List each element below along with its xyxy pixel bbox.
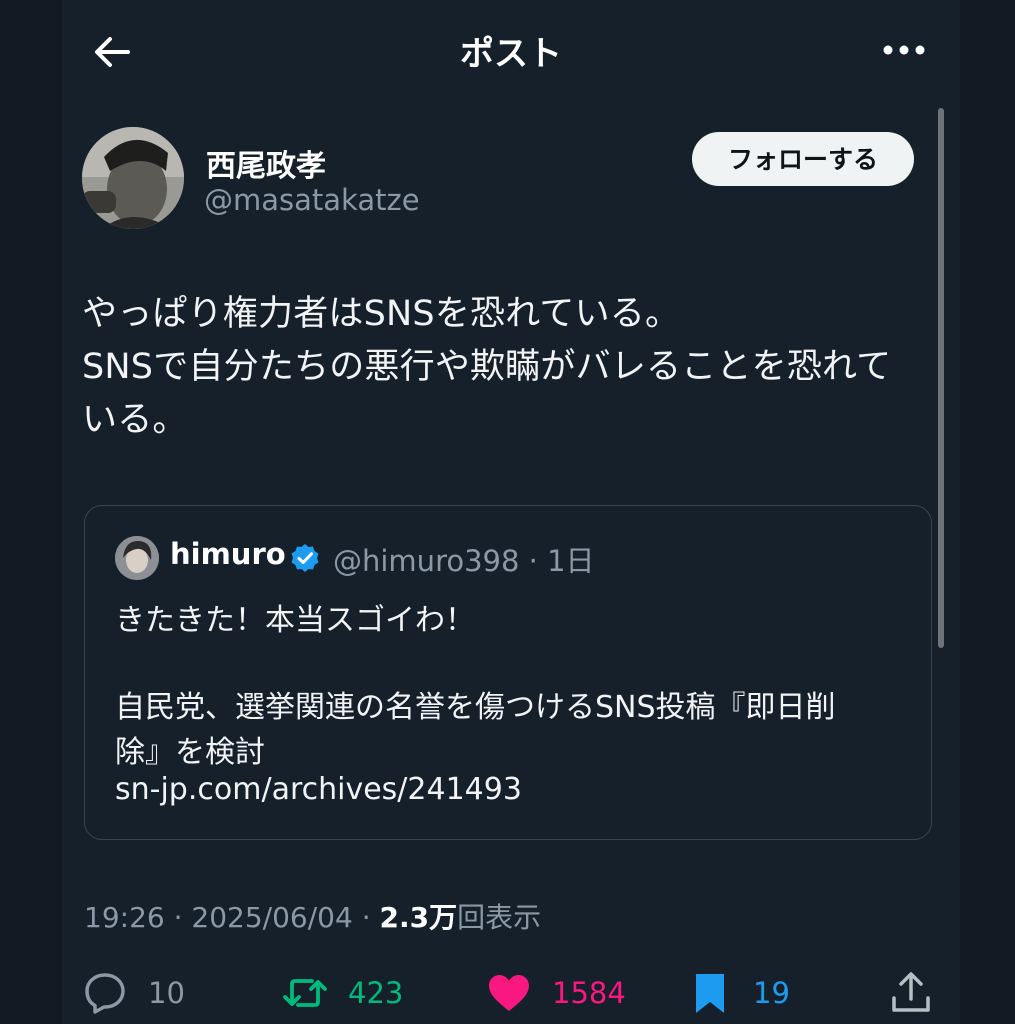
bookmark-icon [696, 974, 724, 1013]
repost-count: 423 [348, 976, 404, 1010]
quoted-link[interactable]: sn-jp.com/archives/241493 [115, 772, 522, 807]
page-title: ポスト [460, 34, 562, 74]
like-button[interactable]: 1584 [486, 965, 626, 1021]
post-text-line: やっぱり権力者はSNSを恐れている。 [82, 294, 681, 334]
follow-button[interactable]: フォローする [692, 132, 914, 186]
quoted-handle-time: @himuro398 · 1日 [333, 544, 595, 578]
top-bar: ポスト [62, 0, 960, 100]
quoted-text-line: きたきた！本当スゴイわ！ [115, 603, 475, 638]
reply-button[interactable]: 10 [82, 965, 185, 1021]
post-text-line: SNSで自分たちの悪行や欺瞞がバレることを恐れて [82, 347, 892, 387]
more-icon [883, 45, 925, 55]
avatar[interactable] [82, 127, 184, 229]
post-time[interactable]: 19:26 [84, 901, 165, 934]
post-date[interactable]: 2025/06/04 [191, 901, 352, 934]
reply-icon [85, 973, 125, 1014]
app-frame: ポスト 西尾政孝 @masatakatze フォローする やっぱり権力者はSNS… [0, 0, 1015, 1024]
quoted-post[interactable]: himuro @himuro398 · 1日 きたきた！本当スゴイわ！ 自民党、… [84, 505, 932, 840]
post-text: やっぱり権力者はSNSを恐れている。 SNSで自分たちの悪行や欺瞞がバレることを… [82, 288, 932, 447]
share-icon [892, 972, 930, 1012]
reply-count: 10 [148, 976, 185, 1010]
like-icon [489, 975, 529, 1011]
post-text-line: いる。 [82, 400, 188, 440]
bookmark-count: 19 [753, 976, 790, 1010]
verified-icon [291, 544, 319, 572]
quoted-text-line: 自民党、選挙関連の名誉を傷つけるSNS投稿『即日削 [115, 690, 836, 725]
bookmark-button[interactable]: 19 [687, 965, 790, 1021]
repost-button[interactable]: 423 [282, 965, 403, 1021]
post-meta: 19:26 · 2025/06/04 · 2.3万回表示 [84, 896, 541, 936]
quoted-avatar[interactable] [115, 536, 159, 580]
repost-icon [283, 979, 327, 1007]
quoted-name[interactable]: himuro [170, 537, 286, 571]
avatar-photo [82, 127, 184, 229]
author-handle[interactable]: @masatakatze [204, 183, 420, 217]
like-count: 1584 [552, 976, 626, 1010]
action-bar: 10 423 1584 19 [82, 965, 942, 1021]
meta-separator: · [173, 901, 183, 934]
meta-separator: · [361, 901, 371, 934]
quoted-avatar-photo [115, 536, 159, 580]
views-label: 回表示 [457, 901, 542, 934]
author-name[interactable]: 西尾政孝 [206, 141, 326, 185]
quoted-text-line: 除』を検討 [115, 735, 265, 770]
share-button[interactable] [888, 965, 934, 1021]
views-count[interactable]: 2.3万 [380, 901, 458, 934]
post-author: 西尾政孝 @masatakatze フォローする [82, 127, 922, 237]
scrollbar[interactable] [938, 108, 944, 648]
right-edge [960, 0, 1015, 1024]
more-button[interactable] [878, 30, 930, 70]
left-edge [0, 0, 62, 1024]
